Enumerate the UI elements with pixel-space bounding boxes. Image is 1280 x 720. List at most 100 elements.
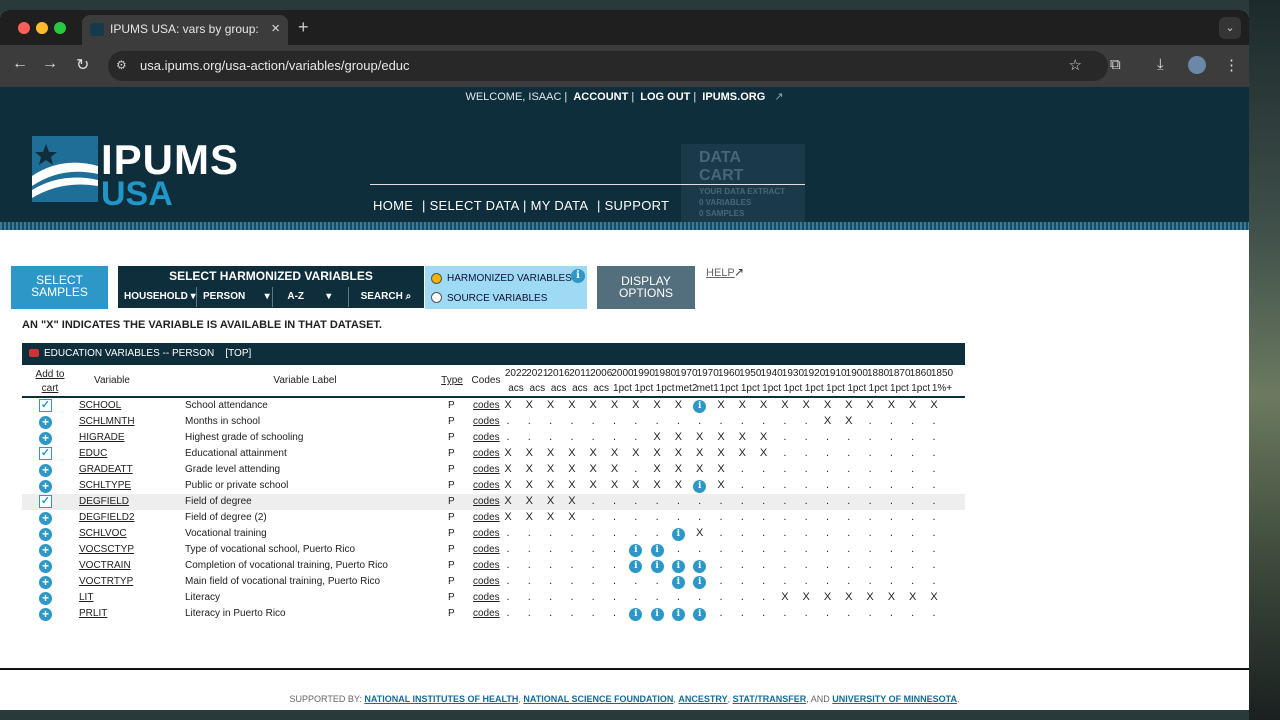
add-to-cart-icon[interactable]: +	[39, 592, 52, 605]
codes-link[interactable]: codes	[473, 480, 500, 491]
sponsor-ancestry-link[interactable]: ANCESTRY	[678, 694, 727, 704]
sponsor-stattransfer-link[interactable]: STAT/TRANSFER	[733, 694, 807, 704]
person-dropdown[interactable]: PERSON ▾	[196, 287, 272, 307]
codes-link[interactable]: codes	[473, 608, 500, 619]
variable-name-link[interactable]: GRADEATT	[79, 464, 133, 475]
new-tab-icon[interactable]: +	[298, 17, 309, 38]
in-cart-check-icon[interactable]: ✓	[39, 399, 52, 412]
profile-avatar[interactable]	[1188, 56, 1206, 74]
add-to-cart-icon[interactable]: +	[39, 512, 52, 525]
back-arrow-icon[interactable]: ←	[12, 55, 28, 73]
external-link-icon[interactable]: ↗	[734, 265, 744, 279]
variable-name-link[interactable]: PRLIT	[79, 608, 107, 619]
add-to-cart-icon[interactable]: +	[39, 544, 52, 557]
nav-home[interactable]: HOME	[373, 198, 413, 213]
add-to-cart-icon[interactable]: +	[39, 560, 52, 573]
sponsor-nih-link[interactable]: NATIONAL INSTITUTES OF HEALTH	[364, 694, 518, 704]
sample-info-icon[interactable]: i	[671, 528, 685, 541]
variable-name-link[interactable]: SCHLTYPE	[79, 480, 131, 491]
nav-support[interactable]: | SUPPORT	[597, 198, 669, 213]
nav-select-data[interactable]: | SELECT DATA	[422, 198, 520, 213]
reload-icon[interactable]: ↻	[76, 55, 89, 75]
in-cart-check-icon[interactable]: ✓	[39, 495, 52, 508]
download-icon[interactable]: ⤓	[1157, 56, 1164, 73]
ipums-org-link[interactable]: IPUMS.ORG	[702, 91, 765, 103]
in-cart-check-icon[interactable]: ✓	[39, 447, 52, 460]
variable-name-link[interactable]: VOCSCTYP	[79, 544, 134, 555]
variable-name-link[interactable]: VOCTRAIN	[79, 560, 131, 571]
sample-info-icon[interactable]: i	[693, 608, 707, 621]
variable-name-link[interactable]: DEGFIELD2	[79, 512, 135, 523]
codes-link[interactable]: codes	[473, 464, 500, 475]
sample-info-icon[interactable]: i	[629, 608, 643, 621]
minimize-window-button[interactable]	[36, 22, 48, 34]
site-settings-icon[interactable]: ⚙	[116, 58, 127, 72]
source-variables-radio[interactable]	[431, 292, 442, 303]
info-icon[interactable]: i	[571, 269, 585, 283]
variable-name-link[interactable]: VOCTRTYP	[79, 576, 133, 587]
forward-arrow-icon[interactable]: →	[42, 55, 58, 73]
codes-link[interactable]: codes	[473, 416, 500, 427]
add-to-cart-icon[interactable]: +	[39, 528, 52, 541]
add-to-cart-icon[interactable]: +	[39, 608, 52, 621]
logout-link[interactable]: LOG OUT	[640, 91, 690, 103]
codes-link[interactable]: codes	[473, 512, 500, 523]
add-to-cart-icon[interactable]: +	[39, 576, 52, 589]
sample-info-icon[interactable]: i	[650, 560, 664, 573]
account-link[interactable]: ACCOUNT	[573, 91, 628, 103]
variable-name-link[interactable]: SCHLVOC	[79, 528, 127, 539]
tab-search-chevron-icon[interactable]: ⌄	[1219, 17, 1241, 39]
maximize-window-button[interactable]	[54, 22, 66, 34]
sample-info-icon[interactable]: i	[693, 560, 707, 573]
help-link[interactable]: HELP	[706, 267, 735, 279]
close-window-button[interactable]	[18, 22, 30, 34]
sample-info-icon[interactable]: i	[693, 400, 707, 413]
close-tab-icon[interactable]: ×	[271, 20, 280, 37]
codes-link[interactable]: codes	[473, 560, 500, 571]
sample-info-icon[interactable]: i	[671, 560, 685, 573]
codes-link[interactable]: codes	[473, 544, 500, 555]
a-z-dropdown[interactable]: A-Z ▾	[272, 287, 348, 307]
sample-info-icon[interactable]: i	[650, 544, 664, 557]
data-cart[interactable]: DATA CART YOUR DATA EXTRACT 0 VARIABLES …	[681, 144, 805, 226]
extensions-puzzle-icon[interactable]: ⧉	[1110, 56, 1121, 73]
variable-name-link[interactable]: LIT	[79, 592, 93, 603]
codes-link[interactable]: codes	[473, 592, 500, 603]
add-to-cart-icon[interactable]: +	[39, 416, 52, 429]
add-to-cart-icon[interactable]: +	[39, 432, 52, 445]
variable-name-link[interactable]: SCHOOL	[79, 400, 121, 411]
source-variables-label[interactable]: SOURCE VARIABLES	[447, 293, 547, 304]
codes-link[interactable]: codes	[473, 576, 500, 587]
browser-tab[interactable]: IPUMS USA: vars by group: e ×	[82, 15, 288, 45]
logo-usa-text[interactable]: USA	[101, 175, 173, 214]
col-type[interactable]: Type	[440, 375, 464, 386]
display-options-button[interactable]: DISPLAY OPTIONS	[597, 266, 695, 309]
sample-info-icon[interactable]: i	[671, 576, 685, 589]
codes-link[interactable]: codes	[473, 448, 500, 459]
sample-info-icon[interactable]: i	[693, 576, 707, 589]
select-samples-button[interactable]: SELECT SAMPLES	[11, 266, 108, 309]
variable-name-link[interactable]: EDUC	[79, 448, 107, 459]
sponsor-nsf-link[interactable]: NATIONAL SCIENCE FOUNDATION	[523, 694, 673, 704]
codes-link[interactable]: codes	[473, 496, 500, 507]
bookmark-star-icon[interactable]: ☆	[1069, 56, 1082, 74]
household-dropdown[interactable]: HOUSEHOLD ▾	[118, 287, 196, 307]
sample-info-icon[interactable]: i	[629, 560, 643, 573]
sample-info-icon[interactable]: i	[671, 608, 685, 621]
harmonized-variables-radio[interactable]	[431, 273, 442, 284]
add-to-cart-icon[interactable]: +	[39, 464, 52, 477]
sponsor-umn-link[interactable]: UNIVERSITY OF MINNESOTA	[832, 694, 957, 704]
address-bar[interactable]: ⚙ usa.ipums.org/usa-action/variables/gro…	[108, 51, 1108, 81]
codes-link[interactable]: codes	[473, 432, 500, 443]
sample-info-icon[interactable]: i	[629, 544, 643, 557]
codes-link[interactable]: codes	[473, 528, 500, 539]
harmonized-variables-label[interactable]: HARMONIZED VARIABLES	[447, 273, 572, 284]
variable-name-link[interactable]: SCHLMNTH	[79, 416, 135, 427]
nav-my-data[interactable]: | MY DATA	[523, 198, 588, 213]
top-link[interactable]: [TOP]	[225, 348, 251, 359]
codes-link[interactable]: codes	[473, 400, 500, 411]
sample-info-icon[interactable]: i	[693, 480, 707, 493]
search-dropdown[interactable]: SEARCH ⌕	[348, 287, 424, 307]
variable-name-link[interactable]: DEGFIELD	[79, 496, 129, 507]
add-to-cart-icon[interactable]: +	[39, 480, 52, 493]
